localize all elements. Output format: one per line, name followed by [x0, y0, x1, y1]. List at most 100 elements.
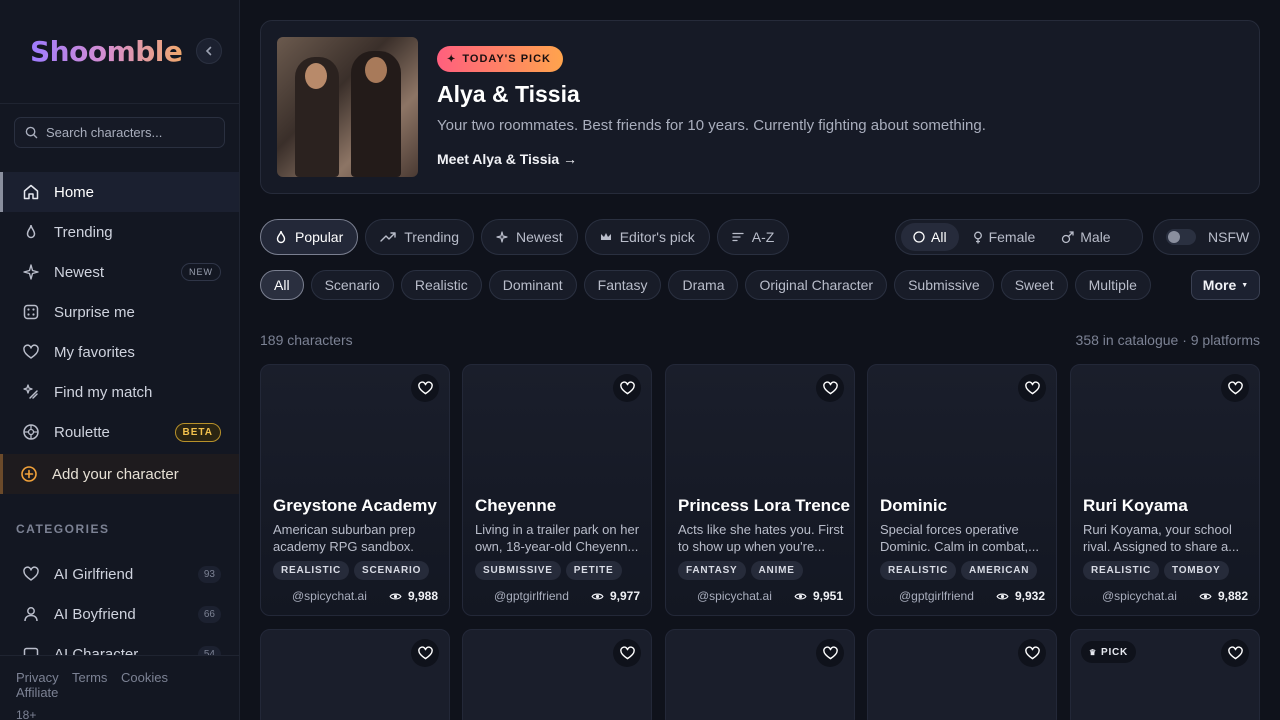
tag-scenario[interactable]: Scenario	[310, 270, 394, 300]
gender-female[interactable]: Female	[961, 223, 1048, 251]
tag-original-character[interactable]: Original Character	[745, 270, 888, 300]
nav-item-find-my-match[interactable]: Find my match	[0, 372, 239, 412]
heart-icon	[417, 381, 433, 395]
age-notice: 18+	[16, 708, 37, 720]
nav-item-newest[interactable]: Newest NEW	[0, 252, 239, 292]
favorite-button[interactable]	[1221, 374, 1249, 402]
search-box[interactable]	[14, 117, 225, 148]
sort-label: Trending	[404, 229, 460, 245]
tag-all[interactable]: All	[260, 270, 304, 300]
sidebar: Shoomble Home Trending Newest NEW Surpri…	[0, 0, 240, 720]
more-tags-button[interactable]: More ▼	[1191, 270, 1260, 300]
character-card[interactable]	[665, 629, 855, 720]
catalogue-summary: 358 in catalogue · 9 platforms	[1075, 332, 1260, 348]
favorite-button[interactable]	[613, 639, 641, 667]
favorite-button[interactable]	[411, 639, 439, 667]
category-item-ai-boyfriend[interactable]: AI Boyfriend 66	[0, 594, 239, 634]
character-card[interactable]	[260, 629, 450, 720]
user-icon	[22, 605, 40, 623]
card-footer: @spicychat.ai 9,988	[292, 589, 438, 603]
sort-popular[interactable]: Popular	[260, 219, 359, 255]
category-item-ai-girlfriend[interactable]: AI Girlfriend 93	[0, 554, 239, 594]
category-count: 66	[197, 605, 221, 623]
meet-character-link[interactable]: Meet Alya & Tissia →	[437, 151, 577, 167]
sort-label: Newest	[516, 229, 563, 245]
views-count: 9,882	[1217, 589, 1248, 603]
flame-icon	[275, 230, 287, 244]
favorite-button[interactable]	[1018, 374, 1046, 402]
card-tag: SUBMISSIVE	[475, 561, 561, 580]
toggle-switch[interactable]	[1166, 229, 1196, 245]
trending-up-icon	[380, 231, 396, 243]
tag-multiple[interactable]: Multiple	[1074, 270, 1151, 300]
views-count: 9,951	[812, 589, 843, 603]
nav-item-label: My favorites	[54, 343, 135, 361]
affiliate-link[interactable]: Affiliate	[16, 685, 58, 700]
character-card[interactable]: Dominic Special forces operative Dominic…	[867, 364, 1057, 616]
gender-male[interactable]: Male	[1049, 223, 1122, 251]
tag-submissive[interactable]: Submissive	[894, 270, 994, 300]
favorite-button[interactable]	[1221, 639, 1249, 667]
add-character-button[interactable]: Add your character	[0, 454, 239, 494]
search-input[interactable]	[46, 125, 216, 140]
heart-icon	[619, 646, 635, 660]
eye-icon	[591, 593, 604, 599]
card-description: Ruri Koyama, your school rival. Assigned…	[1083, 522, 1240, 554]
nav-item-trending[interactable]: Trending	[0, 212, 239, 252]
hero-image[interactable]	[277, 37, 418, 177]
sort-editors-pick[interactable]: Editor's pick	[584, 219, 710, 255]
card-source: @spicychat.ai	[1102, 589, 1177, 603]
collapse-sidebar-button[interactable]	[196, 38, 222, 64]
character-card[interactable]: Princess Lora Trence Acts like she hates…	[665, 364, 855, 616]
card-tag: SCENARIO	[353, 561, 430, 580]
card-name: Princess Lora Trence	[678, 496, 850, 515]
tag-sweet[interactable]: Sweet	[1000, 270, 1068, 300]
sort-a-z[interactable]: A-Z	[716, 219, 790, 255]
categories-title: CATEGORIES	[16, 522, 110, 536]
tag-dominant[interactable]: Dominant	[488, 270, 577, 300]
sort-newest[interactable]: Newest	[481, 219, 578, 255]
character-card[interactable]: Ruri Koyama Ruri Koyama, your school riv…	[1070, 364, 1260, 616]
character-card[interactable]: Cheyenne Living in a trailer park on her…	[462, 364, 652, 616]
privacy-link[interactable]: Privacy	[16, 670, 59, 685]
heart-icon	[822, 381, 838, 395]
favorite-button[interactable]	[816, 374, 844, 402]
flame-icon	[22, 223, 40, 241]
character-card[interactable]	[867, 629, 1057, 720]
card-tag: AMERICAN	[960, 561, 1038, 580]
card-name: Greystone Academy	[273, 496, 437, 515]
brand-logo[interactable]: Shoomble	[30, 35, 183, 68]
favorite-button[interactable]	[613, 374, 641, 402]
gender-label: Female	[988, 229, 1036, 245]
add-character-label: Add your character	[52, 465, 179, 483]
heart-icon	[417, 646, 433, 660]
card-views: 9,951	[794, 589, 843, 603]
sort-trending[interactable]: Trending	[365, 219, 475, 255]
nav-item-roulette[interactable]: Roulette BETA	[0, 412, 239, 452]
character-card[interactable]: ♛ PICK	[1070, 629, 1260, 720]
character-card[interactable]	[462, 629, 652, 720]
nav-item-my-favorites[interactable]: My favorites	[0, 332, 239, 372]
tag-fantasy[interactable]: Fantasy	[583, 270, 662, 300]
gender-all[interactable]: All	[901, 223, 959, 251]
tag-drama[interactable]: Drama	[668, 270, 739, 300]
nsfw-toggle[interactable]: NSFW	[1153, 219, 1260, 255]
eye-icon	[996, 593, 1009, 599]
tag-realistic[interactable]: Realistic	[400, 270, 482, 300]
female-icon	[973, 231, 983, 244]
heart-icon	[1024, 646, 1040, 660]
card-name: Ruri Koyama	[1083, 496, 1188, 515]
favorite-button[interactable]	[816, 639, 844, 667]
favorite-button[interactable]	[1018, 639, 1046, 667]
terms-link[interactable]: Terms	[72, 670, 107, 685]
nav-item-home[interactable]: Home	[0, 172, 239, 212]
match-icon	[22, 383, 40, 401]
character-card[interactable]: Greystone Academy American suburban prep…	[260, 364, 450, 616]
nav-item-surprise-me[interactable]: Surprise me	[0, 292, 239, 332]
cookies-link[interactable]: Cookies	[121, 670, 168, 685]
sparkle-icon: ✦	[447, 53, 457, 65]
card-tag: ANIME	[750, 561, 803, 580]
roulette-icon	[22, 423, 40, 441]
card-description: American suburban prep academy RPG sandb…	[273, 522, 416, 554]
favorite-button[interactable]	[411, 374, 439, 402]
